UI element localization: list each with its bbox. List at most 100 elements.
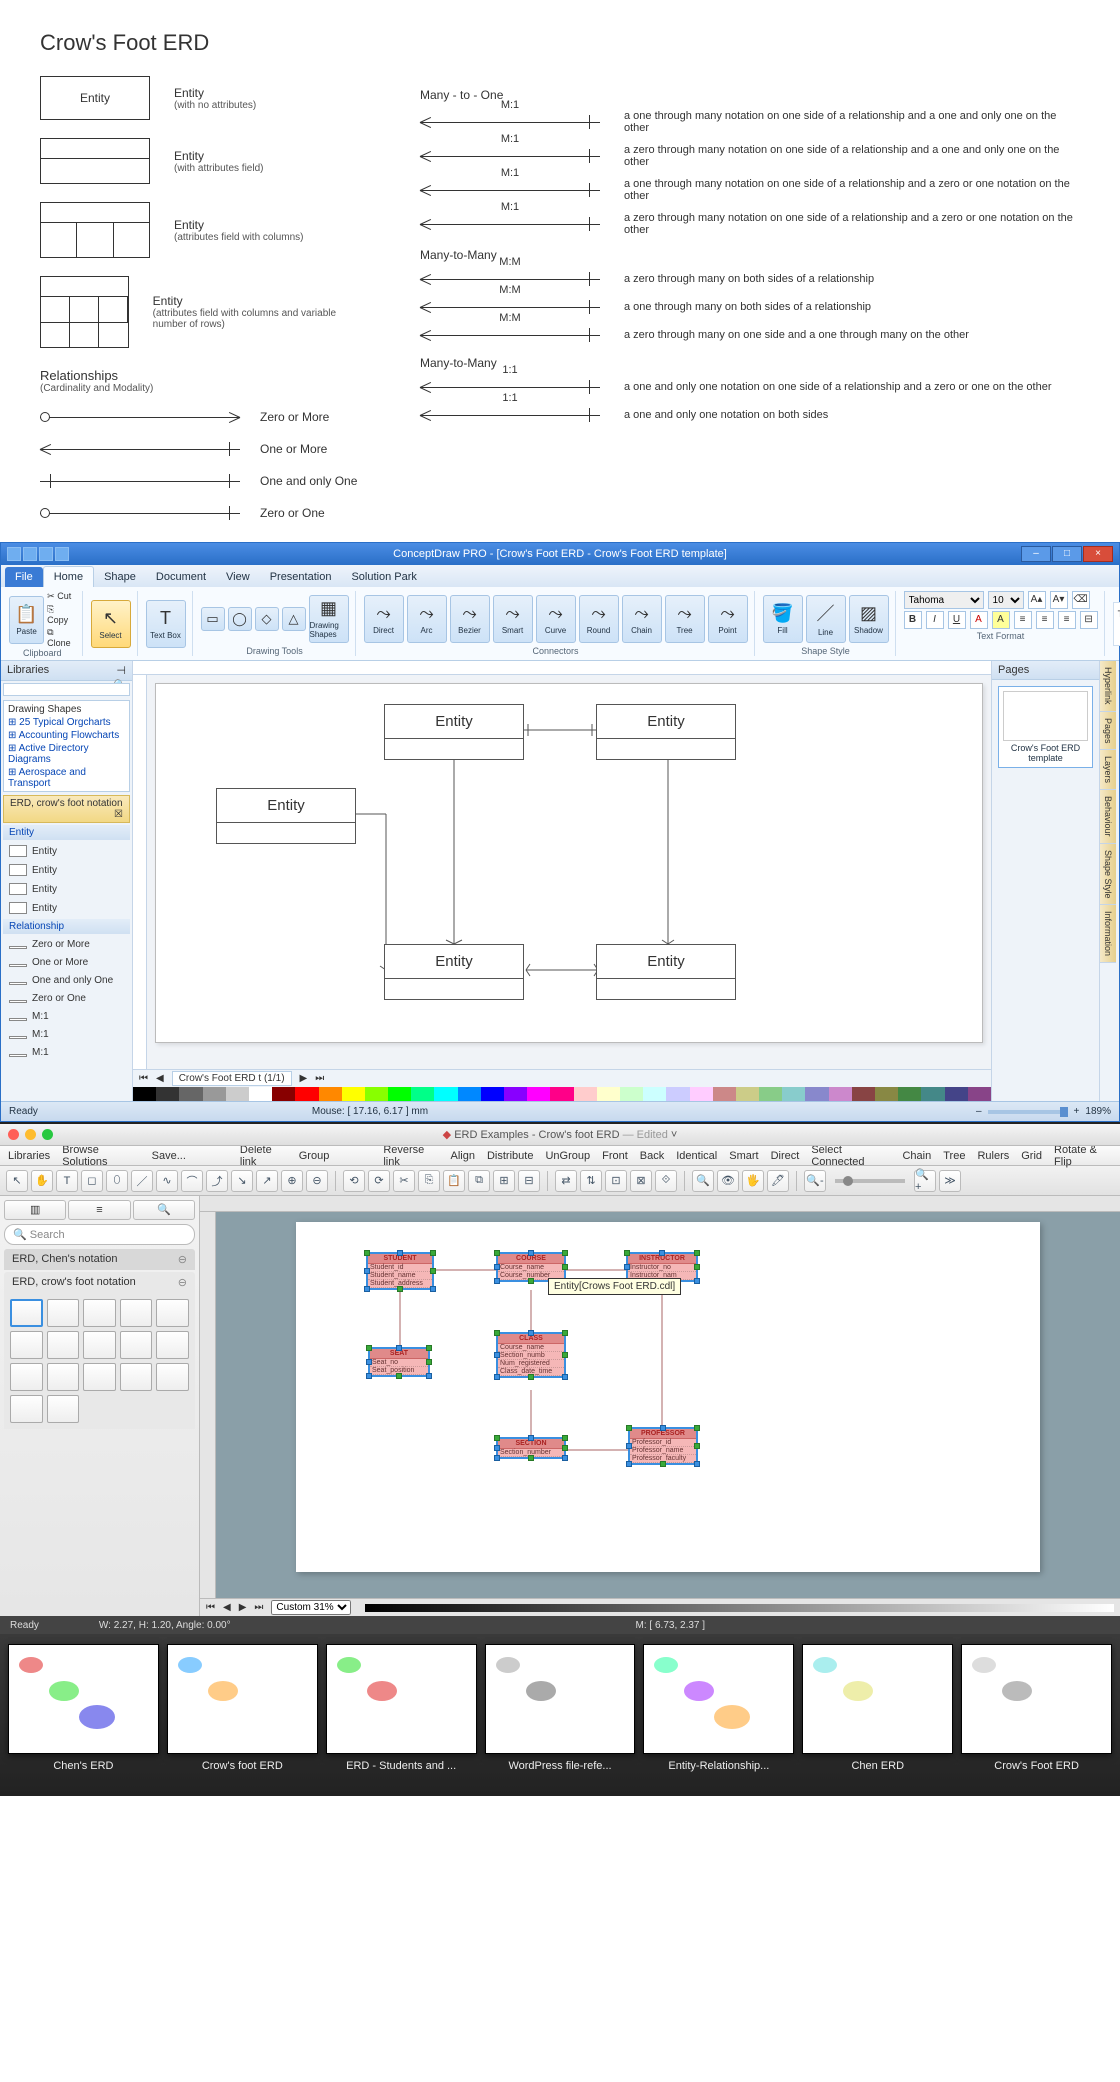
template-thumbnail[interactable]: Crow's Foot ERD: [961, 1644, 1112, 1772]
shape-item[interactable]: M:1: [3, 1044, 130, 1061]
toolbar-button[interactable]: ⟳: [368, 1170, 390, 1192]
toolbar-button[interactable]: T: [56, 1170, 78, 1192]
italic-button[interactable]: I: [926, 611, 944, 629]
zoom-in-button[interactable]: +: [1074, 1106, 1080, 1117]
align-center-button[interactable]: ≡: [1036, 611, 1054, 629]
category-relationship[interactable]: Relationship: [3, 919, 130, 934]
shape-variant[interactable]: [83, 1299, 116, 1327]
shape-tab-chen[interactable]: ERD, Chen's notation⊖: [4, 1249, 195, 1270]
ribbon-tab-file[interactable]: File: [5, 567, 43, 587]
font-size-select[interactable]: 10: [988, 591, 1024, 609]
draw-tool-3[interactable]: ◇: [255, 607, 279, 631]
palette-swatch[interactable]: [481, 1087, 504, 1101]
connector-direct-button[interactable]: ⤳Direct: [364, 595, 404, 643]
toolbar-button[interactable]: ✋: [31, 1170, 53, 1192]
menu-group[interactable]: Group: [299, 1150, 330, 1162]
copy-button[interactable]: ⎘ Copy: [47, 604, 75, 625]
valign-button[interactable]: ⊟: [1080, 611, 1098, 629]
minimize-button[interactable]: [25, 1129, 36, 1140]
ribbon-tab-document[interactable]: Document: [146, 567, 216, 587]
connector-point-button[interactable]: ⤳Point: [708, 595, 748, 643]
toolbar-button[interactable]: ⬯: [106, 1170, 128, 1192]
library-selected[interactable]: ERD, crow's foot notation ☒: [3, 795, 130, 823]
line-button[interactable]: ／Line: [806, 595, 846, 643]
tree-item[interactable]: ⊞ Accounting Flowcharts: [6, 729, 127, 742]
palette-swatch[interactable]: [574, 1087, 597, 1101]
page-nav-first[interactable]: ⏮: [206, 1602, 215, 1613]
toolbar-button[interactable]: 🖊: [767, 1170, 789, 1192]
toolbar-button[interactable]: ∿: [156, 1170, 178, 1192]
palette-swatch[interactable]: [249, 1087, 272, 1101]
palette-swatch[interactable]: [458, 1087, 481, 1101]
toolbar-button[interactable]: ◻: [81, 1170, 103, 1192]
side-tab-pages[interactable]: Pages: [1100, 712, 1116, 751]
ribbon-tab-solution-park[interactable]: Solution Park: [341, 567, 426, 587]
underline-button[interactable]: U: [948, 611, 966, 629]
menu-front[interactable]: Front: [602, 1150, 628, 1162]
palette-swatch[interactable]: [690, 1087, 713, 1101]
erd-entity-node[interactable]: STUDENTStudent_idStudent_nameStudent_add…: [366, 1252, 434, 1290]
select-tool[interactable]: ↖Select: [91, 600, 131, 648]
draw-tool-2[interactable]: ◯: [228, 607, 252, 631]
erd-entity-node[interactable]: PROFESSORProfessor_idProfessor_nameProfe…: [628, 1427, 698, 1465]
toolbar-button[interactable]: ⟲: [343, 1170, 365, 1192]
palette-swatch[interactable]: [597, 1087, 620, 1101]
qat-undo-icon[interactable]: [39, 547, 53, 561]
menu-identical[interactable]: Identical: [676, 1150, 717, 1162]
side-tool-3[interactable]: 🔍: [133, 1200, 195, 1220]
palette-swatch[interactable]: [295, 1087, 318, 1101]
toolbar-button[interactable]: ⊡: [605, 1170, 627, 1192]
erd-entity-node[interactable]: SEATSeat_noSeat_position: [368, 1347, 430, 1377]
palette-swatch[interactable]: [156, 1087, 179, 1101]
palette-swatch[interactable]: [782, 1087, 805, 1101]
shape-item[interactable]: One or More: [3, 954, 130, 971]
shape-variant[interactable]: [120, 1299, 153, 1327]
palette-swatch[interactable]: [550, 1087, 573, 1101]
clone-button[interactable]: ⧉ Clone: [47, 627, 75, 648]
toolbar-button[interactable]: 🔍: [692, 1170, 714, 1192]
toolbar-button[interactable]: ✂: [393, 1170, 415, 1192]
entity-node[interactable]: Entity: [384, 704, 524, 760]
menu-distribute[interactable]: Distribute: [487, 1150, 533, 1162]
tree-item[interactable]: ⊞ 25 Typical Orgcharts: [6, 716, 127, 729]
inc-font-button[interactable]: A▴: [1028, 591, 1046, 609]
toolbar-button[interactable]: ↗: [256, 1170, 278, 1192]
toolbar-button[interactable]: ⊕: [281, 1170, 303, 1192]
toolbar-button[interactable]: ⊠: [630, 1170, 652, 1192]
align-left-button[interactable]: ≡: [1014, 611, 1032, 629]
shape-variant[interactable]: [47, 1331, 80, 1359]
palette-swatch[interactable]: [411, 1087, 434, 1101]
template-thumbnail[interactable]: Chen ERD: [802, 1644, 953, 1772]
toolbar-button[interactable]: ／: [131, 1170, 153, 1192]
qat-save-icon[interactable]: [23, 547, 37, 561]
palette-swatch[interactable]: [968, 1087, 991, 1101]
textbox-tool[interactable]: TText Box: [146, 600, 186, 648]
shape-variant[interactable]: [156, 1363, 189, 1391]
palette-swatch[interactable]: [133, 1087, 156, 1101]
tab-nav-first[interactable]: ⏮: [139, 1073, 148, 1084]
close-button[interactable]: ×: [1083, 546, 1113, 562]
toolbar-button[interactable]: ↖: [6, 1170, 28, 1192]
palette-swatch[interactable]: [342, 1087, 365, 1101]
menu-select-connected[interactable]: Select Connected: [811, 1144, 890, 1168]
library-search-input[interactable]: [3, 683, 130, 696]
template-thumbnail[interactable]: ERD - Students and ...: [326, 1644, 477, 1772]
shape-item[interactable]: Zero or More: [3, 936, 130, 953]
palette-swatch[interactable]: [643, 1087, 666, 1101]
template-thumbnail[interactable]: Crow's foot ERD: [167, 1644, 318, 1772]
shape-item[interactable]: Entity: [3, 899, 130, 917]
toolbar-button[interactable]: ⊞: [493, 1170, 515, 1192]
menu-save-[interactable]: Save...: [152, 1150, 186, 1162]
shape-variant[interactable]: [83, 1363, 116, 1391]
shape-variant[interactable]: [83, 1331, 116, 1359]
shape-item[interactable]: Zero or One: [3, 990, 130, 1007]
palette-swatch[interactable]: [319, 1087, 342, 1101]
shape-item[interactable]: One and only One: [3, 972, 130, 989]
menu-tree[interactable]: Tree: [943, 1150, 965, 1162]
palette-swatch[interactable]: [921, 1087, 944, 1101]
shape-variant[interactable]: [10, 1363, 43, 1391]
zoom-select[interactable]: Custom 31%: [271, 1600, 351, 1615]
fontcolor-button[interactable]: A: [970, 611, 988, 629]
palette-swatch[interactable]: [620, 1087, 643, 1101]
shape-item[interactable]: M:1: [3, 1008, 130, 1025]
